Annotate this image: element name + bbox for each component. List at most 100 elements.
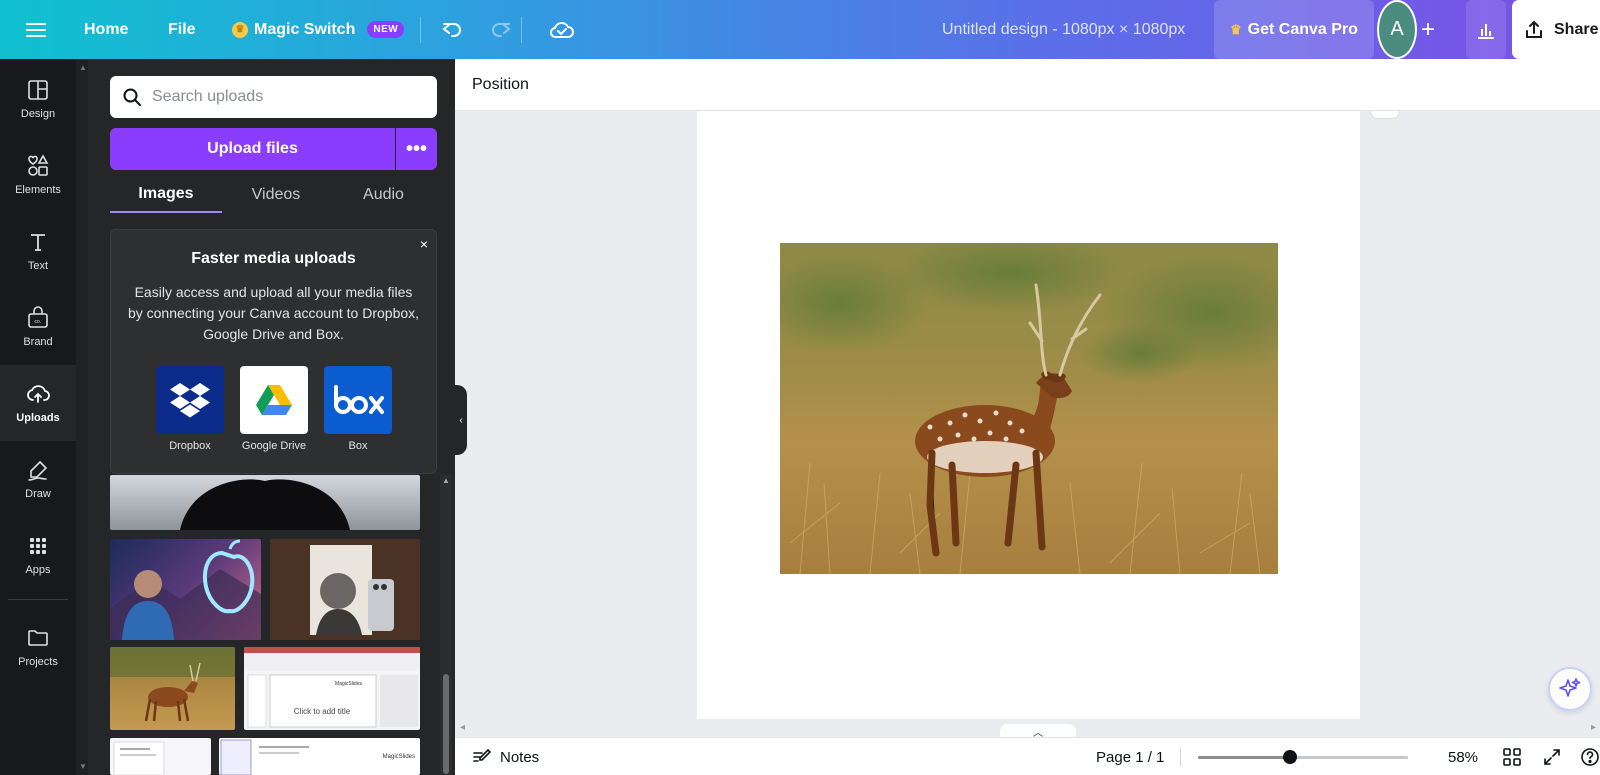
upload-thumbnail-book[interactable] xyxy=(270,539,420,640)
close-icon[interactable]: × xyxy=(420,236,428,252)
upload-files-button[interactable]: Upload files xyxy=(110,128,395,170)
left-rail: Design Elements Text co. Brand Uploads D… xyxy=(0,59,76,775)
dropbox-icon xyxy=(156,366,224,434)
upload-thumbnail-doc[interactable] xyxy=(110,738,211,775)
rail-item-design[interactable]: Design xyxy=(0,61,76,137)
zoom-slider-knob[interactable] xyxy=(1283,750,1298,764)
canvas-hscrollbar[interactable]: ◂ ▸ xyxy=(460,719,1600,737)
page-indicator[interactable]: Page 1 / 1 xyxy=(1096,738,1164,775)
rail-item-projects[interactable]: Projects xyxy=(0,609,76,685)
promo-title: Faster media uploads xyxy=(191,250,356,267)
magic-switch-button[interactable]: ♛ Magic Switch NEW xyxy=(232,0,405,59)
scroll-left-icon[interactable]: ◂ xyxy=(460,722,465,733)
text-icon xyxy=(31,234,45,251)
grid-view-icon[interactable] xyxy=(1502,738,1522,775)
thumbnail-scrollbar[interactable]: ▲ xyxy=(440,474,452,775)
scroll-up-icon[interactable]: ▲ xyxy=(442,476,450,485)
upload-thumbnail-slides-2[interactable]: MagicSlides xyxy=(219,738,420,775)
upload-options-button[interactable]: ••• xyxy=(396,128,437,170)
notes-icon xyxy=(473,748,492,762)
faster-uploads-card: × Faster media uploads Easily access and… xyxy=(110,229,437,474)
share-label: Share xyxy=(1554,20,1599,38)
zoom-level[interactable]: 58% xyxy=(1435,738,1491,775)
search-input[interactable] xyxy=(152,88,412,106)
slide-placeholder-title: Click to add title xyxy=(293,707,351,716)
zoom-slider[interactable] xyxy=(1198,750,1408,764)
design-title[interactable]: Untitled design - 1080px × 1080px xyxy=(942,0,1185,59)
position-button[interactable]: Position xyxy=(472,76,529,94)
dropbox-button[interactable]: Dropbox xyxy=(156,366,224,452)
new-badge: NEW xyxy=(367,21,405,38)
share-icon xyxy=(1526,20,1542,38)
cloud-saved-icon[interactable] xyxy=(549,0,575,59)
context-toolbar: Position xyxy=(455,59,1600,111)
upload-thumbnail-apple-logo[interactable] xyxy=(110,475,420,530)
rail-item-draw[interactable]: Draw xyxy=(0,441,76,517)
upload-thumbnail-slides[interactable]: MagicSlides Click to add title xyxy=(244,647,420,730)
menu-icon[interactable] xyxy=(26,0,46,59)
rail-item-brand[interactable]: co. Brand xyxy=(0,289,76,365)
share-button[interactable]: Share xyxy=(1512,0,1600,59)
draw-icon xyxy=(28,460,48,481)
elements-icon xyxy=(28,154,49,176)
get-pro-label: Get Canva Pro xyxy=(1247,20,1358,38)
tab-images[interactable]: Images xyxy=(110,177,222,213)
rail-item-elements[interactable]: Elements xyxy=(0,137,76,213)
tab-videos[interactable]: Videos xyxy=(222,177,330,213)
divider xyxy=(1180,748,1181,766)
divider xyxy=(8,599,68,600)
upload-thumbnail-keynote[interactable] xyxy=(110,539,261,640)
uploads-panel: ▲ ▼ Upload files ••• Images Videos Audio… xyxy=(76,59,455,775)
scroll-thumb[interactable] xyxy=(443,674,449,774)
rail-item-apps[interactable]: Apps xyxy=(0,517,76,593)
notes-button[interactable]: Notes xyxy=(472,738,539,775)
tab-audio[interactable]: Audio xyxy=(330,177,437,213)
folder-icon xyxy=(28,630,48,646)
rail-label: Text xyxy=(27,260,49,272)
rail-label: Design xyxy=(20,108,56,120)
brand-icon: co. xyxy=(28,306,48,328)
page-handle[interactable] xyxy=(1370,111,1400,119)
get-canva-pro-button[interactable]: ♛ Get Canva Pro xyxy=(1214,0,1374,59)
rail-item-uploads[interactable]: Uploads xyxy=(0,365,76,441)
panel-scrollbar[interactable]: ▲ ▼ xyxy=(76,59,88,775)
collapse-panel-button[interactable]: ‹ xyxy=(455,385,467,455)
google-drive-icon xyxy=(240,366,308,434)
search-box[interactable] xyxy=(110,76,437,118)
divider xyxy=(420,17,421,43)
crown-icon: ♛ xyxy=(1230,21,1242,37)
scroll-right-icon[interactable]: ▸ xyxy=(1591,722,1596,733)
google-drive-button[interactable]: Google Drive xyxy=(240,366,308,452)
rail-label: Draw xyxy=(25,488,51,500)
insights-icon[interactable] xyxy=(1466,0,1506,59)
sparkle-icon xyxy=(1559,678,1581,697)
svg-text:MagicSlides: MagicSlides xyxy=(335,681,362,687)
avatar[interactable]: A xyxy=(1377,0,1417,59)
help-icon[interactable] xyxy=(1580,738,1600,775)
svg-text:co.: co. xyxy=(35,319,42,325)
search-icon xyxy=(123,88,141,106)
rail-item-text[interactable]: Text xyxy=(0,213,76,289)
deer-photo[interactable] xyxy=(780,243,1278,574)
rail-label: Elements xyxy=(15,184,61,196)
rail-label: Brand xyxy=(23,336,53,348)
add-member-icon[interactable]: + xyxy=(1421,0,1435,59)
home-button[interactable]: Home xyxy=(84,0,128,59)
undo-icon[interactable] xyxy=(440,0,464,59)
service-label: Google Drive xyxy=(241,440,307,452)
upload-thumbnail-deer[interactable] xyxy=(110,647,235,730)
fullscreen-icon[interactable] xyxy=(1542,738,1562,775)
scroll-up-icon[interactable]: ▲ xyxy=(79,63,87,72)
service-label: Box xyxy=(348,440,368,452)
zoom-slider-fill xyxy=(1198,756,1291,759)
cloud-upload-icon xyxy=(27,385,50,403)
redo-icon[interactable] xyxy=(489,0,513,59)
upload-tabs: Images Videos Audio xyxy=(110,177,437,217)
service-label: Dropbox xyxy=(169,440,211,452)
scroll-down-icon[interactable]: ▼ xyxy=(79,762,87,771)
file-menu[interactable]: File xyxy=(168,0,196,59)
magic-assistant-button[interactable] xyxy=(1548,667,1592,711)
magic-switch-label: Magic Switch xyxy=(254,20,356,38)
editor-footer: Notes Page 1 / 1 58% xyxy=(455,737,1600,775)
box-button[interactable]: Box xyxy=(324,366,392,452)
